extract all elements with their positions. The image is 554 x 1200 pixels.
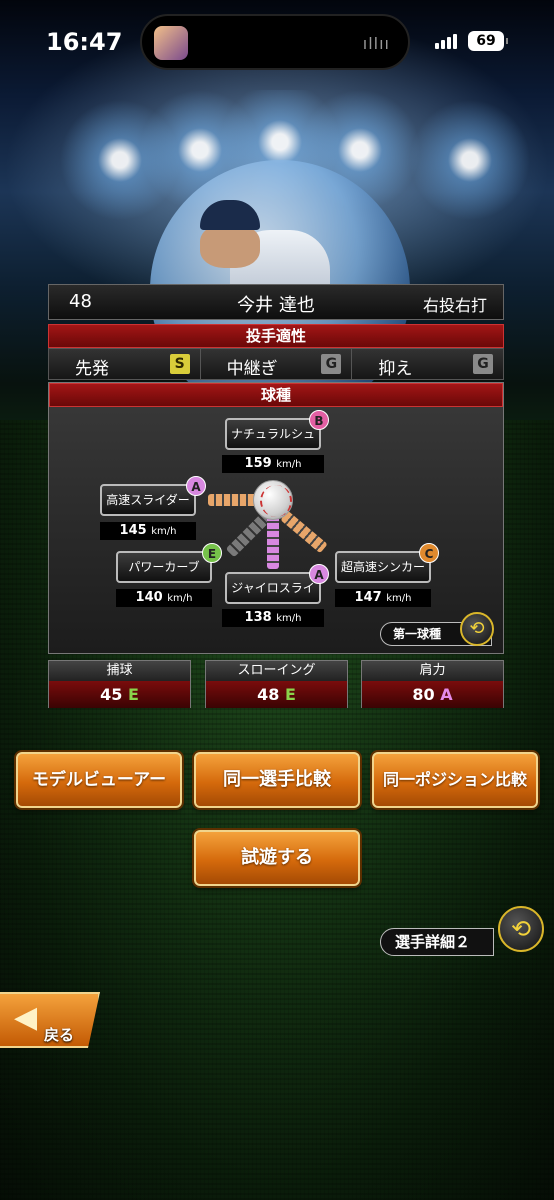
pitch-speed: 138 km/h	[222, 609, 324, 627]
model-viewer-button[interactable]: モデルビューアー	[16, 752, 182, 808]
pitch-grade: C	[419, 543, 439, 563]
pitch-header: 球種	[49, 383, 503, 407]
pitch-grade: E	[202, 543, 222, 563]
same-player-compare-button[interactable]: 同一選手比較	[194, 752, 360, 808]
player-handedness: 右投右打	[422, 296, 487, 315]
aptitude-label: 中継ぎ	[226, 359, 278, 379]
pitch-stripe-down	[267, 515, 279, 569]
pitch-speed: 147 km/h	[335, 589, 431, 607]
dynamic-island: ıllıı	[140, 14, 410, 70]
aptitude-closer: 抑え G	[352, 349, 503, 379]
baseball-icon	[253, 480, 293, 520]
signal-icon	[435, 33, 461, 49]
pitch-button-natural-shoot[interactable]: ナチュラルシュート	[225, 418, 321, 469]
pitch-button-super-fast-sinker[interactable]: 超高速シンカー	[335, 551, 431, 583]
pitch-button-gyro-slider[interactable]: ジャイロスライダー	[225, 572, 321, 623]
audio-wave-icon: ıllıı	[362, 34, 390, 53]
pitch-stripe-left	[208, 494, 258, 506]
aptitude-header: 投手適性	[48, 324, 504, 348]
pitch-speed: 159 km/h	[222, 455, 324, 473]
cycle-arrows-icon[interactable]: ⟲	[498, 906, 544, 952]
aptitude-grade: S	[169, 354, 190, 374]
stat-value: 80 A	[362, 681, 503, 708]
pitch-button-fast-slider[interactable]: 高速スライダー	[100, 484, 196, 516]
app-icon	[154, 26, 188, 60]
back-button[interactable]: ◀ 戻る	[0, 992, 100, 1048]
aptitude-grade: G	[473, 354, 494, 374]
status-time: 16:47	[46, 28, 123, 56]
pitch-grade: A	[186, 476, 206, 496]
stat-label: スローイング	[206, 661, 347, 681]
aptitude-label: 先発	[75, 359, 109, 379]
battery-icon: 69	[468, 31, 508, 51]
aptitude-label: 抑え	[378, 359, 413, 379]
stat-value: 48 E	[206, 681, 347, 708]
pitch-grade: A	[309, 564, 329, 584]
pitch-button-power-curve[interactable]: パワーカーブ	[116, 551, 212, 583]
pitch-speed: 145 km/h	[100, 522, 196, 540]
aptitude-row: 先発 S 中継ぎ G 抑え G	[48, 348, 504, 380]
player-info-bar: 48 今井 達也 右投右打	[48, 284, 504, 320]
stat-throwing: スローイング 48 E	[205, 660, 348, 708]
try-play-button[interactable]: 試遊する	[194, 830, 360, 886]
stat-label: 肩力	[362, 661, 503, 681]
pitch-speed: 140 km/h	[116, 589, 212, 607]
aptitude-middle-relief: 中継ぎ G	[201, 349, 353, 379]
player-detail-2-button[interactable]: 選手詳細２	[380, 928, 494, 956]
pitch-grade: B	[309, 410, 329, 430]
stat-label: 捕球	[49, 661, 190, 681]
stat-fielding: 捕球 45 E	[48, 660, 191, 708]
aptitude-grade: G	[321, 354, 342, 374]
aptitude-starter: 先発 S	[49, 349, 201, 379]
cycle-arrows-icon[interactable]: ⟲	[460, 612, 494, 646]
back-label: 戻る	[44, 1026, 75, 1044]
stat-arm-strength: 肩力 80 A	[361, 660, 504, 708]
stat-value: 45 E	[49, 681, 190, 708]
same-position-compare-button[interactable]: 同一ポジション比較	[372, 752, 538, 808]
status-bar: 16:47 ıllıı 69	[0, 0, 554, 84]
back-arrow-icon: ◀	[14, 1000, 38, 1035]
